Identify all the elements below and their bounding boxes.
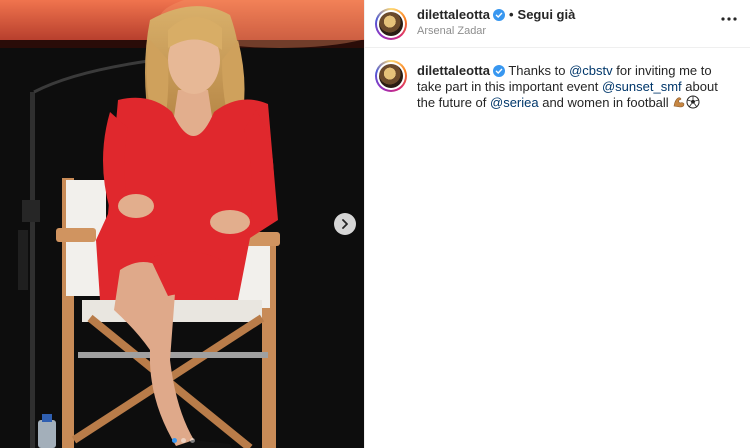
carousel-dot	[181, 438, 186, 443]
chevron-right-icon	[342, 219, 348, 229]
author-avatar[interactable]	[375, 8, 407, 40]
author-username[interactable]: dilettaleotta	[417, 7, 490, 22]
soccer-ball-icon	[686, 95, 700, 109]
post-photo[interactable]	[0, 0, 364, 448]
header-user-line: dilettaleotta • Segui già	[417, 7, 575, 22]
mention-cbstv[interactable]: @cbstv	[569, 63, 613, 78]
caption-avatar[interactable]	[375, 60, 407, 92]
verified-badge-icon	[492, 65, 505, 77]
carousel-dot	[190, 438, 195, 443]
mention-sunset-smf[interactable]: @sunset_smf	[602, 79, 682, 94]
caption-text-part: Thanks to	[508, 63, 570, 78]
carousel-indicator	[172, 438, 195, 443]
location-link[interactable]: Arsenal Zadar	[417, 25, 486, 37]
caption-text-part: and women in football	[538, 95, 673, 110]
mention-seriea[interactable]: @seriea	[490, 95, 539, 110]
caption-username[interactable]: dilettaleotta	[417, 63, 490, 78]
follow-button[interactable]: Segui già	[518, 7, 576, 22]
post-sidebar: dilettaleotta • Segui già Arsenal Zadar di…	[364, 0, 750, 448]
post-header: dilettaleotta • Segui già Arsenal Zadar	[365, 0, 750, 48]
carousel-dot	[172, 438, 177, 443]
separator-dot: •	[508, 7, 514, 22]
caption-text: dilettaleotta Thanks to @cbstv for invit…	[417, 63, 739, 111]
photo-illustration	[0, 0, 364, 448]
carousel-next-button[interactable]	[334, 213, 356, 235]
flexed-biceps-icon	[673, 97, 685, 108]
more-horizontal-icon[interactable]	[719, 12, 739, 26]
verified-badge-icon	[492, 9, 505, 21]
